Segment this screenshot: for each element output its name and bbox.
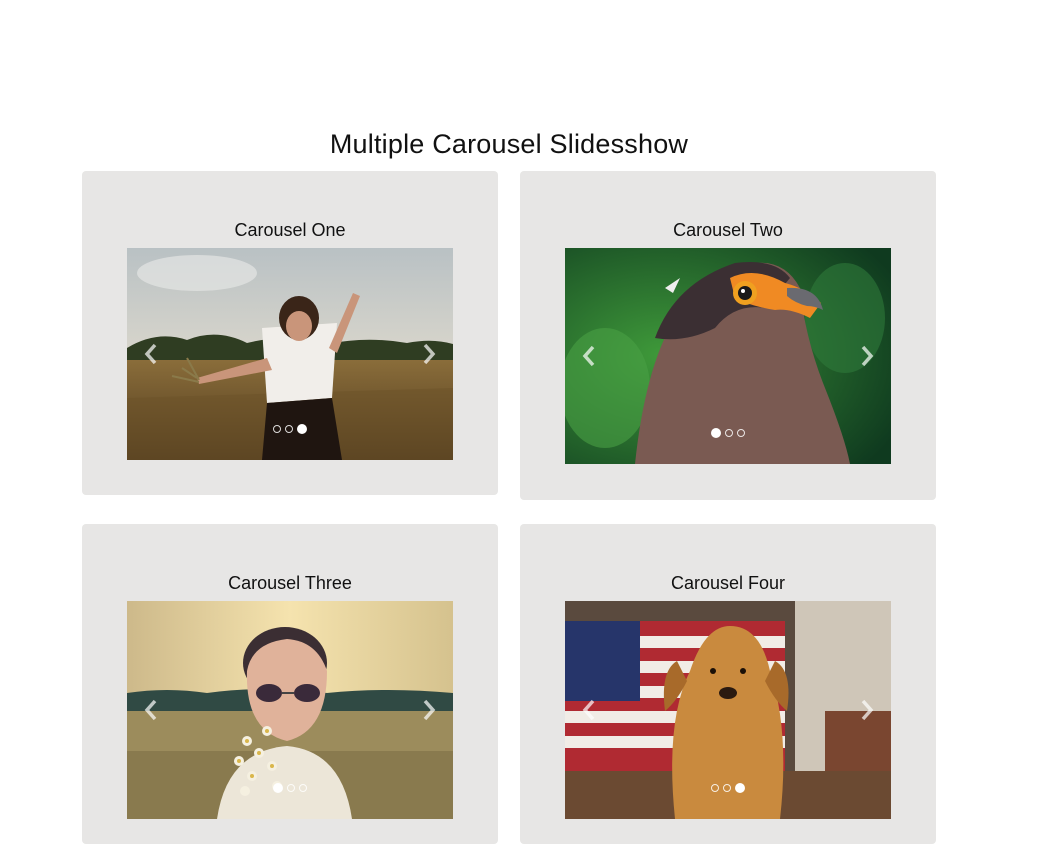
carousel-next-button[interactable]: [853, 690, 881, 730]
chevron-left-icon: [582, 345, 595, 367]
indicator-dot[interactable]: [273, 425, 281, 433]
carousel-indicators: [127, 424, 453, 434]
carousel-next-button[interactable]: [415, 690, 443, 730]
chevron-left-icon: [144, 343, 157, 365]
indicator-dot[interactable]: [287, 784, 295, 792]
indicator-dot[interactable]: [299, 784, 307, 792]
carousel-two-card: Carousel Two: [520, 171, 936, 500]
carousel-one-card: Carousel One: [82, 171, 498, 495]
indicator-dot[interactable]: [285, 425, 293, 433]
carousel-title: Carousel Two: [673, 220, 783, 240]
indicator-dot[interactable]: [711, 784, 719, 792]
indicator-dot-active[interactable]: [297, 424, 307, 434]
carousel-one-slide[interactable]: [127, 248, 453, 460]
carousel-prev-button[interactable]: [137, 690, 165, 730]
indicator-dot[interactable]: [725, 429, 733, 437]
carousel-prev-button[interactable]: [137, 334, 165, 374]
chevron-left-icon: [582, 699, 595, 721]
carousel-title: Carousel Four: [670, 573, 786, 593]
carousel-title: Carousel Three: [228, 573, 352, 593]
indicator-dot[interactable]: [723, 784, 731, 792]
carousel-prev-button[interactable]: [575, 336, 603, 376]
chevron-right-icon: [861, 699, 874, 721]
chevron-right-icon: [423, 343, 436, 365]
chevron-left-icon: [144, 699, 157, 721]
carousel-two-slide[interactable]: [565, 248, 891, 464]
carousel-indicators: [565, 783, 891, 793]
indicator-dot[interactable]: [737, 429, 745, 437]
carousel-indicators: [565, 428, 891, 438]
indicator-dot-active[interactable]: [735, 783, 745, 793]
carousel-three-card: Carousel Three: [82, 524, 498, 844]
carousel-four-slide[interactable]: [565, 601, 891, 819]
carousel-four-card: Carousel Four: [520, 524, 936, 844]
page-title: Multiple Carousel Slidesshow: [329, 129, 689, 159]
carousel-indicators: [127, 783, 453, 793]
carousel-prev-button[interactable]: [575, 690, 603, 730]
indicator-dot-active[interactable]: [273, 783, 283, 793]
carousel-three-slide[interactable]: [127, 601, 453, 819]
chevron-right-icon: [423, 699, 436, 721]
chevron-right-icon: [861, 345, 874, 367]
carousel-next-button[interactable]: [415, 334, 443, 374]
carousel-title: Carousel One: [234, 220, 346, 240]
indicator-dot-active[interactable]: [711, 428, 721, 438]
carousel-next-button[interactable]: [853, 336, 881, 376]
